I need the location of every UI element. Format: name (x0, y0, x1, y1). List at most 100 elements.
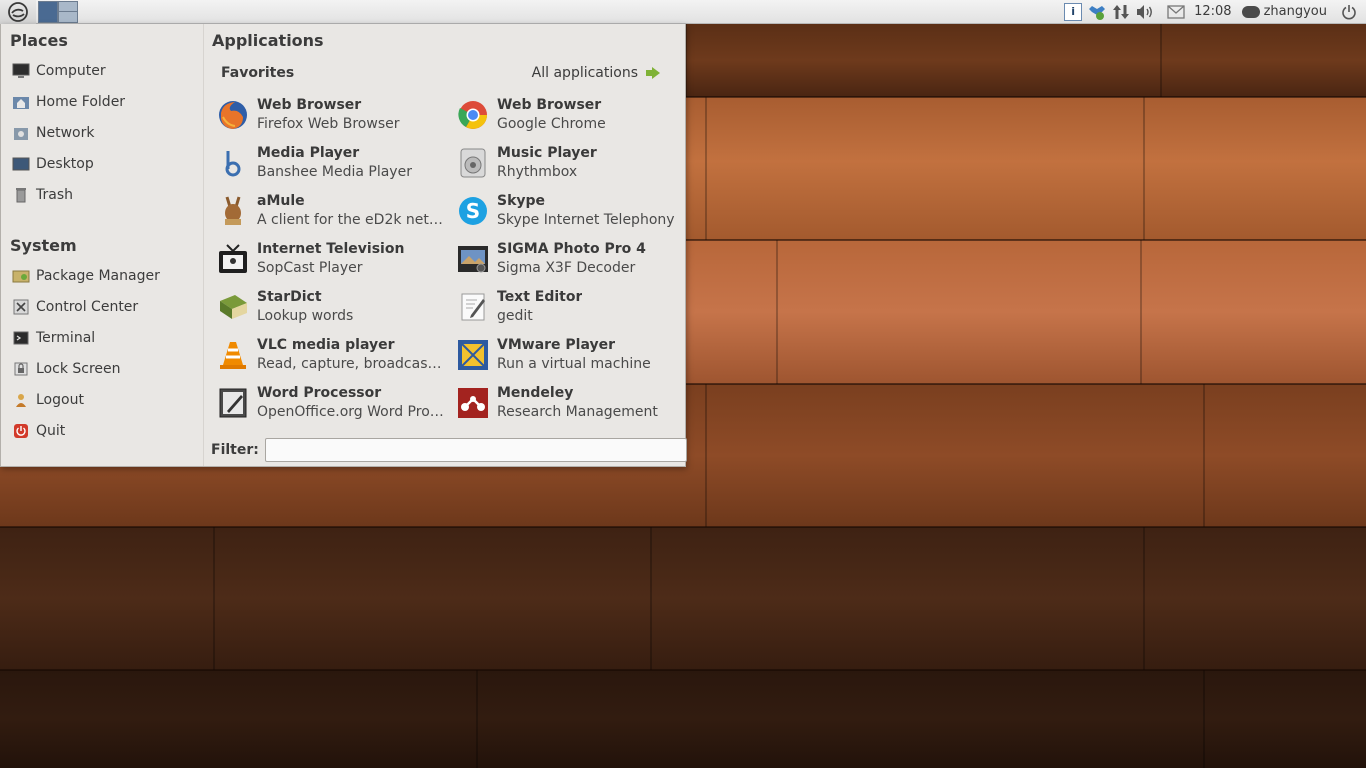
system-heading: System (10, 236, 77, 255)
stardict-icon (216, 290, 250, 324)
app-item-rhythmbox[interactable]: Music Player Rhythmbox (453, 139, 679, 187)
info-icon: i (1064, 2, 1083, 21)
app-item-sopcast[interactable]: Internet Television SopCast Player (213, 235, 453, 283)
banshee-icon (216, 146, 250, 180)
mail-tray-item[interactable] (1165, 1, 1187, 23)
amule-icon (216, 194, 250, 228)
power-button[interactable] (1338, 1, 1360, 23)
app-description: Run a virtual machine (497, 356, 651, 372)
app-item-amule[interactable]: aMule A client for the eD2k netw… (213, 187, 453, 235)
username-label: zhangyou (1263, 4, 1327, 19)
app-name: aMule (257, 193, 305, 209)
app-item-skype[interactable]: S Skype Skype Internet Telephony (453, 187, 679, 235)
clock[interactable]: 12:08 (1188, 4, 1237, 19)
app-name: Mendeley (497, 385, 574, 401)
system-item-logout[interactable]: Logout (12, 384, 160, 415)
place-item-computer[interactable]: Computer (12, 55, 125, 86)
app-name: Music Player (497, 145, 597, 161)
app-item-word-processor[interactable]: Word Processor OpenOffice.org Word Proc… (213, 379, 453, 427)
app-description: Read, capture, broadcast y… (257, 356, 445, 372)
system-item-package-manager[interactable]: Package Manager (12, 260, 160, 291)
quit-icon (12, 422, 30, 440)
app-name: Text Editor (497, 289, 583, 305)
system-item-terminal[interactable]: Terminal (12, 322, 160, 353)
app-item-gedit[interactable]: Text Editor gedit (453, 283, 679, 331)
chrome-icon (456, 98, 490, 132)
television-icon (216, 242, 250, 276)
app-name: Word Processor (257, 385, 382, 401)
network-updown-icon (1113, 4, 1130, 19)
app-item-vmware-player[interactable]: VMware Player Run a virtual machine (453, 331, 679, 379)
text-editor-icon (456, 290, 490, 324)
favorites-heading: Favorites (221, 65, 295, 81)
app-description: gedit (497, 308, 533, 324)
volume-tray-item[interactable] (1134, 1, 1156, 23)
app-name: VLC media player (257, 337, 395, 353)
system-list: Package Manager Control Center Terminal … (12, 260, 160, 446)
workspace-switcher[interactable] (38, 0, 78, 24)
favorites-grid: Web Browser Firefox Web Browser Web Brow… (213, 91, 679, 427)
place-item-desktop[interactable]: Desktop (12, 148, 125, 179)
workspace-2[interactable] (58, 0, 78, 23)
app-description: SopCast Player (257, 260, 363, 276)
places-system-column: Places Computer Home Folder Network Desk… (1, 24, 204, 466)
app-item-banshee[interactable]: Media Player Banshee Media Player (213, 139, 453, 187)
place-item-trash[interactable]: Trash (12, 179, 125, 210)
network-tray-item[interactable] (1110, 1, 1132, 23)
volume-icon (1137, 4, 1153, 19)
control-center-icon (12, 298, 30, 316)
dropbox-tray-item[interactable] (1086, 1, 1108, 23)
app-description: A client for the eD2k netw… (257, 212, 445, 228)
app-item-sigma-photo-pro[interactable]: SIGMA Photo Pro 4 Sigma X3F Decoder (453, 235, 679, 283)
mendeley-icon (456, 386, 490, 420)
system-tray: i 12:08 zhangyou (1061, 0, 1366, 24)
app-item-firefox[interactable]: Web Browser Firefox Web Browser (213, 91, 453, 139)
filter-row: Filter: (211, 438, 687, 462)
filter-input[interactable] (264, 438, 687, 462)
app-item-stardict[interactable]: StarDict Lookup words (213, 283, 453, 331)
main-menu-button[interactable] (0, 0, 36, 24)
trash-icon (12, 186, 30, 204)
firefox-icon (216, 98, 250, 132)
app-description: Rhythmbox (497, 164, 578, 180)
top-panel: i 12:08 zhangyou (0, 0, 1366, 24)
system-item-control-center[interactable]: Control Center (12, 291, 160, 322)
vmware-icon (456, 338, 490, 372)
places-heading: Places (10, 31, 68, 50)
system-item-lock-screen[interactable]: Lock Screen (12, 353, 160, 384)
info-tray-item[interactable]: i (1062, 1, 1084, 23)
app-description: OpenOffice.org Word Proc… (257, 404, 445, 420)
workspace-1[interactable] (38, 0, 58, 23)
applications-column: Applications Favorites All applications … (205, 24, 687, 466)
places-list: Computer Home Folder Network Desktop Tra… (12, 55, 125, 210)
app-name: StarDict (257, 289, 322, 305)
app-description: Research Management (497, 404, 658, 420)
app-description: Google Chrome (497, 116, 606, 132)
svg-text:S: S (466, 199, 480, 223)
network-icon (12, 124, 30, 142)
app-name: Internet Television (257, 241, 405, 257)
home-folder-icon (12, 93, 30, 111)
vlc-cone-icon (216, 338, 250, 372)
place-item-network[interactable]: Network (12, 117, 125, 148)
logout-icon (12, 391, 30, 409)
lock-screen-icon (12, 360, 30, 378)
system-item-quit[interactable]: Quit (12, 415, 160, 446)
app-name: VMware Player (497, 337, 616, 353)
package-manager-icon (12, 267, 30, 285)
user-menu[interactable]: zhangyou (1238, 4, 1337, 19)
application-menu: Places Computer Home Folder Network Desk… (0, 24, 687, 467)
place-item-home-folder[interactable]: Home Folder (12, 86, 125, 117)
app-item-chrome[interactable]: Web Browser Google Chrome (453, 91, 679, 139)
app-item-vlc[interactable]: VLC media player Read, capture, broadcas… (213, 331, 453, 379)
computer-icon (12, 62, 30, 80)
app-name: Media Player (257, 145, 360, 161)
arrow-right-icon (646, 67, 660, 79)
app-item-mendeley[interactable]: Mendeley Research Management (453, 379, 679, 427)
app-description: Firefox Web Browser (257, 116, 400, 132)
all-applications-button[interactable]: All applications (532, 65, 660, 81)
rhythmbox-icon (456, 146, 490, 180)
menu-logo-icon (8, 1, 28, 22)
app-name: Web Browser (497, 97, 602, 113)
power-icon (1342, 4, 1356, 19)
